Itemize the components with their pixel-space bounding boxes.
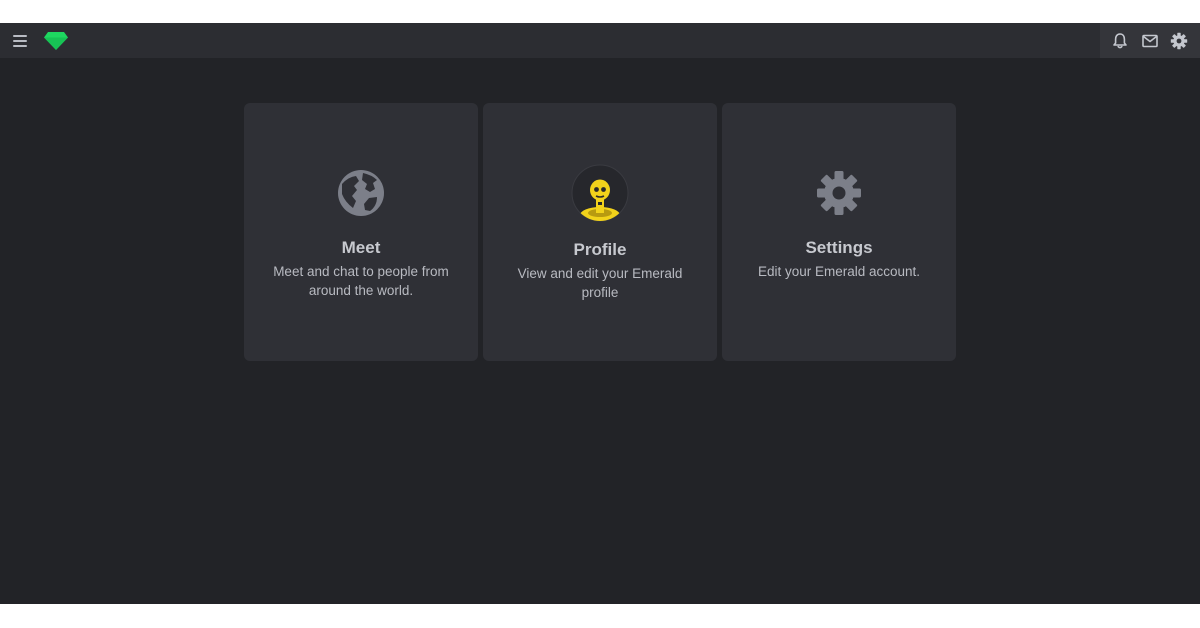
bell-icon[interactable] xyxy=(1110,31,1130,51)
card-title: Profile xyxy=(573,240,627,259)
card-description: View and edit your Emerald profile xyxy=(517,266,683,300)
profile-card[interactable]: Profile View and edit your Emerald profi… xyxy=(483,103,717,361)
card-description: Meet and chat to people from around the … xyxy=(273,264,449,298)
card-description: Edit your Emerald account. xyxy=(757,264,921,279)
gear-icon[interactable] xyxy=(1169,31,1189,51)
emerald-gem-logo[interactable] xyxy=(43,31,69,51)
settings-card[interactable]: Settings Edit your Emerald account. xyxy=(722,103,956,361)
globe-icon xyxy=(338,170,384,216)
app-window: Meet Meet and chat to people from around… xyxy=(0,23,1200,604)
mail-icon[interactable] xyxy=(1140,31,1160,51)
toolbar-actions xyxy=(1100,23,1200,58)
dashboard-cards: Meet Meet and chat to people from around… xyxy=(244,103,958,361)
gear-icon xyxy=(817,171,861,215)
hamburger-menu-icon[interactable] xyxy=(10,32,30,50)
top-bar xyxy=(0,23,1200,58)
card-title: Settings xyxy=(805,238,873,257)
avatar xyxy=(571,164,629,222)
meet-card[interactable]: Meet Meet and chat to people from around… xyxy=(244,103,478,361)
card-title: Meet xyxy=(341,238,381,257)
